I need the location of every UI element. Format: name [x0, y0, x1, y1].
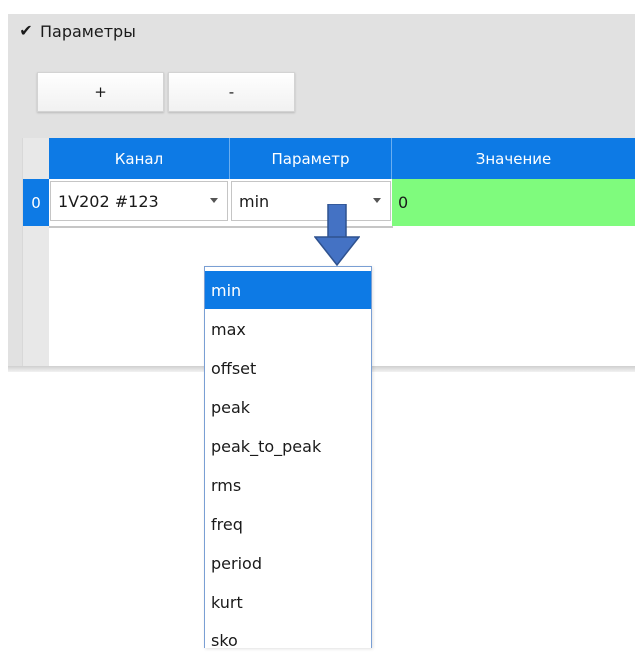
parameter-combo[interactable]: min: [231, 181, 391, 221]
dropdown-option-min[interactable]: min: [205, 271, 371, 309]
chevron-down-icon[interactable]: [373, 198, 381, 203]
chevron-down-icon[interactable]: [210, 198, 218, 203]
dropdown-option-freq[interactable]: freq: [205, 505, 371, 543]
dropdown-option-max[interactable]: max: [205, 310, 371, 348]
row-header-empty: [23, 226, 49, 366]
channel-combo-value: 1V202 #123: [58, 191, 159, 211]
parameter-combo-value: min: [239, 191, 270, 211]
down-arrow-icon: [314, 204, 360, 266]
channel-combo[interactable]: 1V202 #123: [50, 181, 228, 221]
parameters-section-header: ✔ Параметры: [18, 18, 136, 44]
row-header[interactable]: 0: [23, 179, 49, 226]
dropdown-option-peak-to-peak[interactable]: peak_to_peak: [205, 427, 371, 465]
value-cell-text: 0: [398, 193, 409, 212]
add-row-button[interactable]: +: [37, 72, 164, 112]
remove-row-button[interactable]: -: [168, 72, 295, 112]
column-header-parameter[interactable]: Параметр: [230, 138, 392, 179]
dropdown-option-kurt[interactable]: kurt: [205, 583, 371, 621]
value-cell[interactable]: 0: [392, 179, 635, 226]
column-header-channel[interactable]: Канал: [49, 138, 230, 179]
dropdown-option-offset[interactable]: offset: [205, 349, 371, 387]
dropdown-option-period[interactable]: period: [205, 544, 371, 582]
column-header-value[interactable]: Значение: [392, 138, 635, 179]
parameters-title: Параметры: [40, 21, 136, 41]
parameter-dropdown-list[interactable]: min max offset peak peak_to_peak rms fre…: [204, 266, 372, 650]
grid-corner: [23, 138, 49, 179]
parameters-checkbox[interactable]: ✔: [18, 23, 34, 39]
dropdown-option-sko[interactable]: sko: [205, 621, 371, 659]
dropdown-option-rms[interactable]: rms: [205, 466, 371, 504]
dropdown-option-peak[interactable]: peak: [205, 388, 371, 426]
